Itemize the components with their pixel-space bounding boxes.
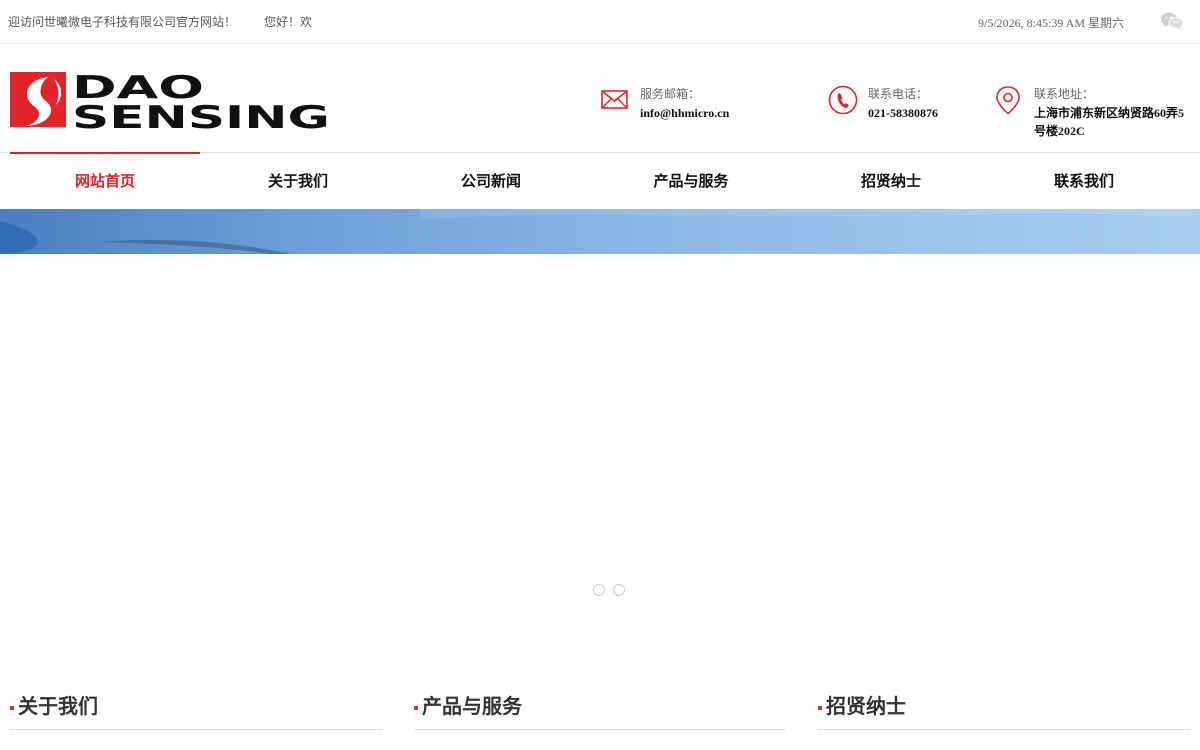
logo-text-sensing: SENSING <box>72 100 330 129</box>
welcome-text: 迎访问世曦微电子科技有限公司官方网站！ <box>8 15 237 29</box>
section-title-about[interactable]: 关于我们 <box>18 690 98 719</box>
address-label: 联系地址： <box>1034 87 1095 101</box>
nav-item-news[interactable]: 公司新闻 <box>396 154 586 209</box>
hero-banner <box>0 209 1200 254</box>
nav-item-careers[interactable]: 招贤纳士 <box>796 154 986 209</box>
dao-sensing-logo[interactable]: DAO SENSING <box>10 70 332 136</box>
banner-sky-image <box>0 209 1200 254</box>
slider-dot-1[interactable] <box>593 584 605 596</box>
location-icon <box>996 86 1020 115</box>
nav-item-contact[interactable]: 联系我们 <box>989 154 1179 209</box>
nav-item-about[interactable]: 关于我们 <box>203 154 393 209</box>
top-bar: 迎访问世曦微电子科技有限公司官方网站！ 您好！欢 9/5/2026, 8:45:3… <box>0 0 1200 44</box>
email-label: 服务邮箱： <box>640 87 701 101</box>
main-nav: 网站首页 关于我们 公司新闻 产品与服务 招贤纳士 联系我们 <box>0 152 1200 209</box>
section-title-products[interactable]: 产品与服务 <box>422 690 522 719</box>
phone-icon <box>828 85 858 115</box>
section-about: 关于我们 <box>10 690 382 730</box>
slider-dot-2[interactable] <box>613 584 625 596</box>
section-title-careers[interactable]: 招贤纳士 <box>826 690 906 719</box>
section-products: 产品与服务 <box>414 690 786 730</box>
wechat-icon[interactable] <box>1160 10 1184 32</box>
address-value: 上海市浦东新区纳贤路60弄5号楼202C <box>1034 106 1185 138</box>
section-careers: 招贤纳士 <box>818 690 1190 730</box>
nav-item-home[interactable]: 网站首页 <box>10 152 200 209</box>
section-marker <box>10 706 14 710</box>
section-marker <box>414 706 418 710</box>
email-value[interactable]: info@hhmicro.cn <box>640 104 729 122</box>
phone-label: 联系电话： <box>868 87 929 101</box>
greeting-text: 您好！欢 <box>264 15 313 29</box>
mail-icon <box>601 90 628 109</box>
nav-item-products[interactable]: 产品与服务 <box>596 154 786 209</box>
welcome-marquee: 迎访问世曦微电子科技有限公司官方网站！ 您好！欢 <box>8 13 318 30</box>
section-marker <box>818 706 822 710</box>
phone-value[interactable]: 021-58380876 <box>868 104 938 122</box>
site-header: DAO SENSING 服务邮箱： info@hhmicro.cn 联系电话： … <box>0 45 1200 153</box>
current-datetime: 9/5/2026, 8:45:39 AM 星期六 <box>978 16 1125 30</box>
